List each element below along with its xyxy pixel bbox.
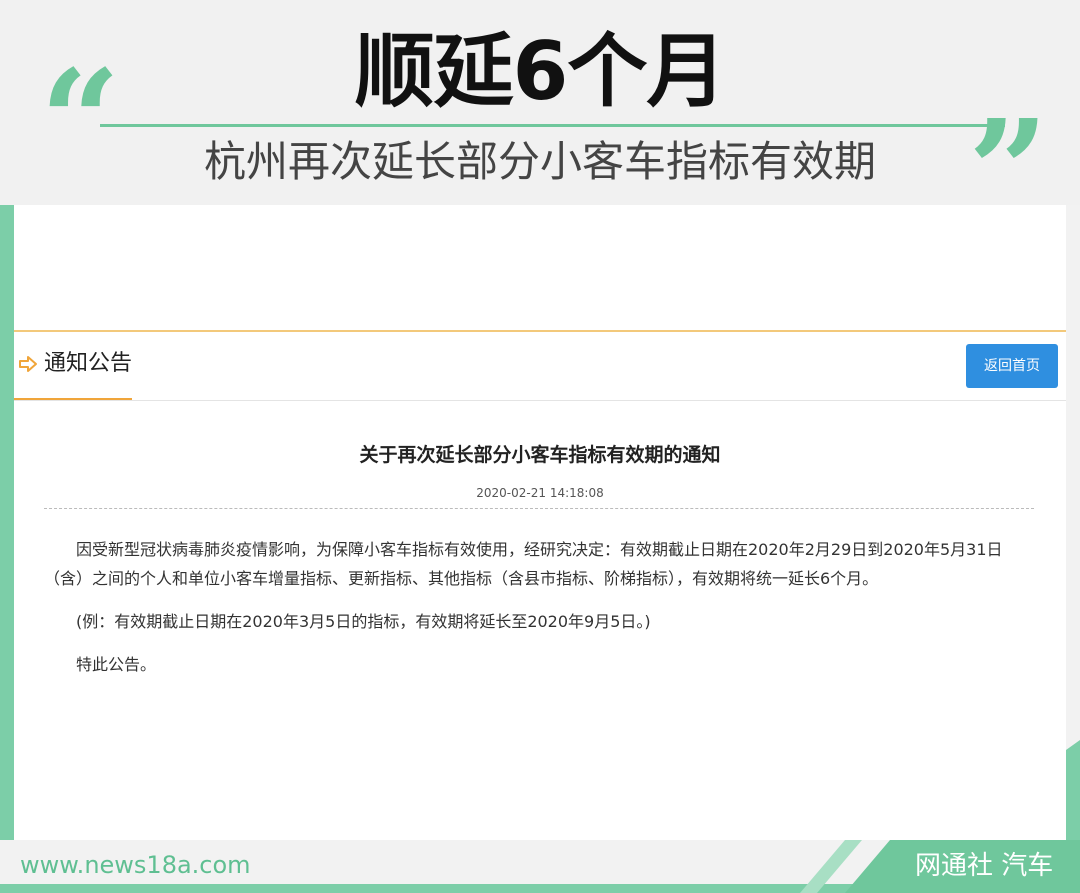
section-header: 通知公告 返回首页	[14, 332, 1066, 402]
subheadline: 杭州再次延长部分小客车指标有效期	[203, 137, 876, 186]
footer: www.news18a.com 网通社 汽车	[0, 840, 1080, 893]
back-to-home-button[interactable]: 返回首页	[966, 344, 1058, 388]
notice-title: 关于再次延长部分小客车指标有效期的通知	[359, 444, 721, 466]
notice-body: 因受新型冠状病毒肺炎疫情影响，为保障小客车指标有效使用，经研究决定：有效期截止日…	[44, 535, 1034, 693]
notice-date: 2020-02-21 14:18:08	[476, 486, 604, 500]
banner-divider	[100, 124, 1005, 127]
section-title: 通知公告	[44, 351, 133, 376]
notice-paragraph-closing: 特此公告。	[76, 655, 157, 674]
header-banner: “ 顺延6个月 杭州再次延长部分小客车指标有效期 ”	[0, 0, 1080, 242]
footer-brand: 网通社 汽车	[915, 851, 1054, 881]
footer-url: www.news18a.com	[20, 851, 251, 879]
left-accent-bar	[0, 205, 14, 893]
notice-divider	[44, 508, 1034, 509]
notice-paragraph-main: 因受新型冠状病毒肺炎疫情影响，为保障小客车指标有效使用，经研究决定：有效期截止日…	[44, 540, 1003, 588]
notice-paragraph-example: (例：有效期截止日期在2020年3月5日的指标，有效期将延长至2020年9月5日…	[76, 612, 651, 631]
headline: 顺延6个月	[354, 25, 727, 118]
arrow-right-icon	[19, 356, 37, 372]
notice-page-panel: 通知公告 返回首页 关于再次延长部分小客车指标有效期的通知 2020-02-21…	[14, 205, 1066, 840]
section-divider	[14, 400, 1066, 401]
